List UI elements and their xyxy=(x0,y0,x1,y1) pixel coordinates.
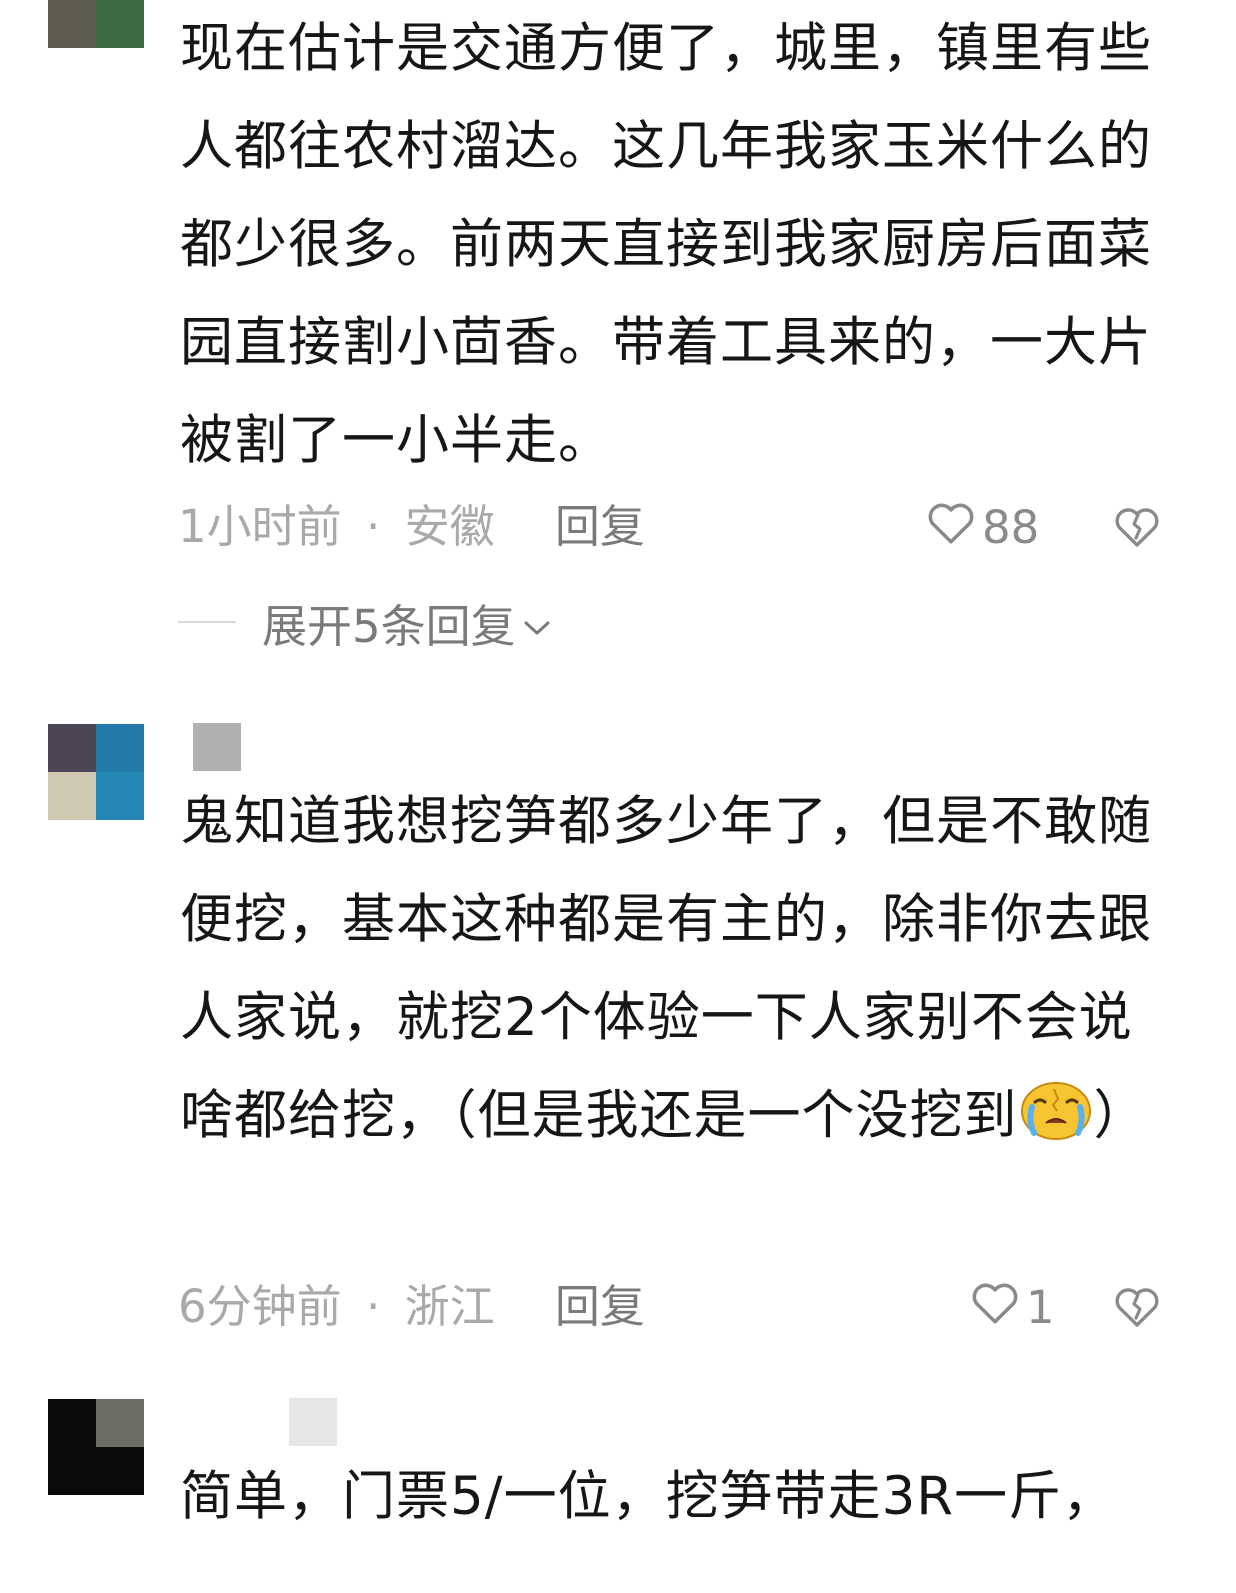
crying-face-emoji xyxy=(1018,1075,1094,1140)
comment-text-part: ） xyxy=(1093,1085,1148,1146)
username[interactable] xyxy=(289,1398,337,1446)
heart-outline-icon xyxy=(926,499,982,556)
comment-meta: 6分钟前 · 浙江 回复 xyxy=(178,1277,645,1337)
comment-location: 安徽 xyxy=(404,500,495,553)
like-button[interactable]: 1 xyxy=(970,1277,1055,1337)
expand-replies-button[interactable]: 展开5条回复 xyxy=(178,592,552,653)
comment-time: 6分钟前 xyxy=(178,1280,342,1333)
comment-meta: 1小时前 · 安徽 回复 xyxy=(178,497,645,557)
meta-separator: · xyxy=(365,500,381,553)
avatar[interactable] xyxy=(48,1399,144,1495)
avatar[interactable] xyxy=(48,724,144,820)
meta-separator: · xyxy=(365,1280,381,1333)
comment-text-part: 鬼知道我想挖笋都多少年了，但是不敢随便挖，基本这种都是有主的，除非你去跟人家说，… xyxy=(180,791,1152,1146)
like-count: 1 xyxy=(1026,1280,1055,1334)
reply-button[interactable]: 回复 xyxy=(555,500,645,553)
comment-text: 现在估计是交通方便了，城里，镇里有些人都往农村溜达。这几年我家玉米什么的都少很多… xyxy=(180,18,1152,471)
broken-heart-icon xyxy=(1113,1288,1161,1333)
username[interactable] xyxy=(193,723,241,771)
avatar[interactable] xyxy=(48,0,144,48)
reply-button[interactable]: 回复 xyxy=(555,1280,645,1333)
expand-label: 展开5条回复 xyxy=(262,599,516,653)
comment-time: 1小时前 xyxy=(178,500,342,553)
comment-text: 简单，门票5/一位，挖笋带走3R一斤， xyxy=(180,1466,1117,1527)
like-count: 88 xyxy=(982,500,1040,554)
expand-divider xyxy=(178,621,236,623)
like-button[interactable]: 88 xyxy=(926,497,1039,557)
chevron-down-icon xyxy=(516,596,552,649)
comment-text: 鬼知道我想挖笋都多少年了，但是不敢随便挖，基本这种都是有主的，除非你去跟人家说，… xyxy=(180,773,1155,1165)
broken-heart-icon xyxy=(1113,508,1161,553)
comment-location: 浙江 xyxy=(404,1280,495,1333)
dislike-button[interactable] xyxy=(1113,1283,1161,1331)
heart-outline-icon xyxy=(970,1279,1026,1336)
dislike-button[interactable] xyxy=(1113,503,1161,551)
